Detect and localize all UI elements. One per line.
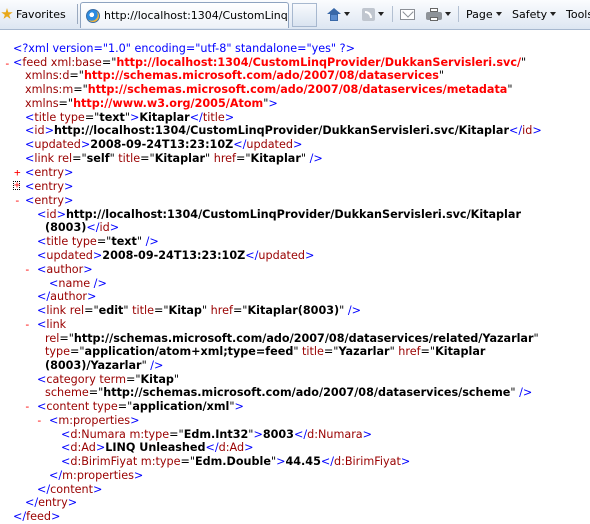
related-link-href-cont: (8003)/Yazarlar" /> — [45, 359, 164, 372]
collapse-toggle-author[interactable]: - — [24, 263, 31, 277]
home-button[interactable] — [327, 3, 350, 25]
favorites-button[interactable]: Favorites — [0, 3, 72, 25]
collapse-toggle-properties[interactable]: - — [36, 414, 43, 428]
expand-toggle-entry-1[interactable]: + — [14, 166, 21, 180]
entry-open-tag: <entry> — [25, 194, 74, 207]
author-close-tag: </author> — [37, 290, 97, 303]
feed-updated-line: <updated>2008-09-24T13:23:10Z</updated> — [25, 138, 303, 151]
print-button[interactable] — [426, 3, 451, 25]
related-link-type: type="application/atom+xml;type=feed" ti… — [45, 345, 486, 358]
chevron-down-icon — [445, 12, 451, 16]
tools-menu-label: Tools — [566, 7, 590, 21]
collapse-toggle-content[interactable]: - — [24, 400, 31, 414]
printer-icon — [426, 7, 442, 21]
entry-id-line: <id>http://localhost:1304/CustomLinqProv… — [37, 208, 521, 221]
category-line: <category term="Kitap" — [37, 373, 180, 386]
entry-id-line-cont: (8003)</id> — [45, 221, 120, 234]
content-open-tag: <content type="application/xml"> — [37, 400, 244, 413]
favorites-label: Favorites — [16, 7, 66, 21]
ie-page-icon — [86, 8, 100, 23]
mail-icon — [400, 8, 415, 20]
tab-title: http://localhost:1304/CustomLinqPr... — [104, 9, 289, 22]
edit-link-line: <link rel="edit" title="Kitap" href="Kit… — [37, 304, 362, 317]
collapse-toggle-entry-3[interactable]: - — [14, 194, 21, 208]
toolbar-divider — [392, 6, 393, 22]
feed-link-line: <link rel="self" title="Kitaplar" href="… — [25, 152, 323, 165]
read-mail-button[interactable] — [400, 3, 415, 25]
toolbar-divider — [77, 4, 78, 24]
safety-menu-label: Safety — [512, 7, 548, 21]
feed-open-tag: <feed xml:base="http://localhost:1304/Cu… — [13, 56, 527, 69]
entry-title-line: <title type="text" /> — [37, 235, 159, 248]
feed-id-line: <id>http://localhost:1304/CustomLinqProv… — [25, 124, 542, 137]
xml-declaration: <?xml version="1.0" encoding="utf-8" sta… — [13, 42, 355, 55]
related-link-rel: rel="http://schemas.microsoft.com/ado/20… — [45, 332, 539, 345]
expand-toggle-entry-2[interactable]: + — [13, 181, 20, 191]
author-open-tag: <author> — [37, 263, 93, 276]
chevron-down-icon — [495, 12, 502, 16]
property-fiyat-line: <d:BirimFiyat m:type="Edm.Double">44.45<… — [61, 455, 411, 468]
xmlns-m-attr: xmlns:m="http://schemas.microsoft.com/ad… — [25, 83, 513, 96]
xmlns-attr: xmlns="http://www.w3.org/2005/Atom"> — [25, 97, 278, 110]
entry-collapsed-2[interactable]: <entry> — [25, 180, 73, 194]
feed-title-line: <title type="text">Kitaplar</title> — [25, 111, 235, 124]
feed-icon — [362, 7, 375, 21]
chevron-down-icon — [550, 12, 557, 16]
property-ad-line: <d:Ad>LINQ Unleashed</d:Ad> — [61, 441, 254, 454]
browser-toolbar: Favorites http://localhost:1304/CustomLi… — [0, 0, 590, 30]
entry-close-tag: </entry> — [25, 496, 78, 509]
collapse-toggle-feed[interactable]: - — [4, 57, 11, 71]
new-tab-button[interactable] — [292, 3, 317, 27]
toolbar-divider — [458, 6, 459, 22]
page-menu-label: Page — [466, 7, 493, 21]
feeds-button[interactable] — [362, 3, 384, 25]
category-scheme-line: scheme="http://schemas.microsoft.com/ado… — [45, 386, 533, 399]
author-name-line: <name /> — [49, 277, 107, 290]
page-menu-button[interactable]: Page — [466, 3, 502, 25]
tools-menu-button[interactable]: Tools — [566, 3, 590, 25]
property-numara-line: <d:Numara m:type="Edm.Int32">8003</d:Num… — [61, 428, 373, 441]
browser-tab[interactable]: http://localhost:1304/CustomLinqPr... — [80, 2, 289, 28]
xml-document-view: <?xml version="1.0" encoding="utf-8" sta… — [0, 31, 590, 523]
star-icon — [1, 8, 13, 19]
chevron-down-icon — [344, 12, 350, 16]
xmlns-d-attr: xmlns:d="http://schemas.microsoft.com/ad… — [25, 69, 445, 82]
related-link-open-tag: <link — [37, 318, 67, 331]
content-close-tag: </content> — [37, 483, 103, 496]
chevron-down-icon — [378, 12, 384, 16]
collapse-toggle-link[interactable]: - — [24, 318, 31, 332]
properties-close-tag: </m:properties> — [49, 469, 144, 482]
entry-collapsed-1[interactable]: <entry> — [25, 166, 73, 180]
properties-open-tag: <m:properties> — [49, 414, 140, 427]
entry-updated-line: <updated>2008-09-24T13:23:10Z</updated> — [37, 249, 315, 262]
home-icon — [327, 7, 341, 21]
safety-menu-button[interactable]: Safety — [512, 3, 557, 25]
